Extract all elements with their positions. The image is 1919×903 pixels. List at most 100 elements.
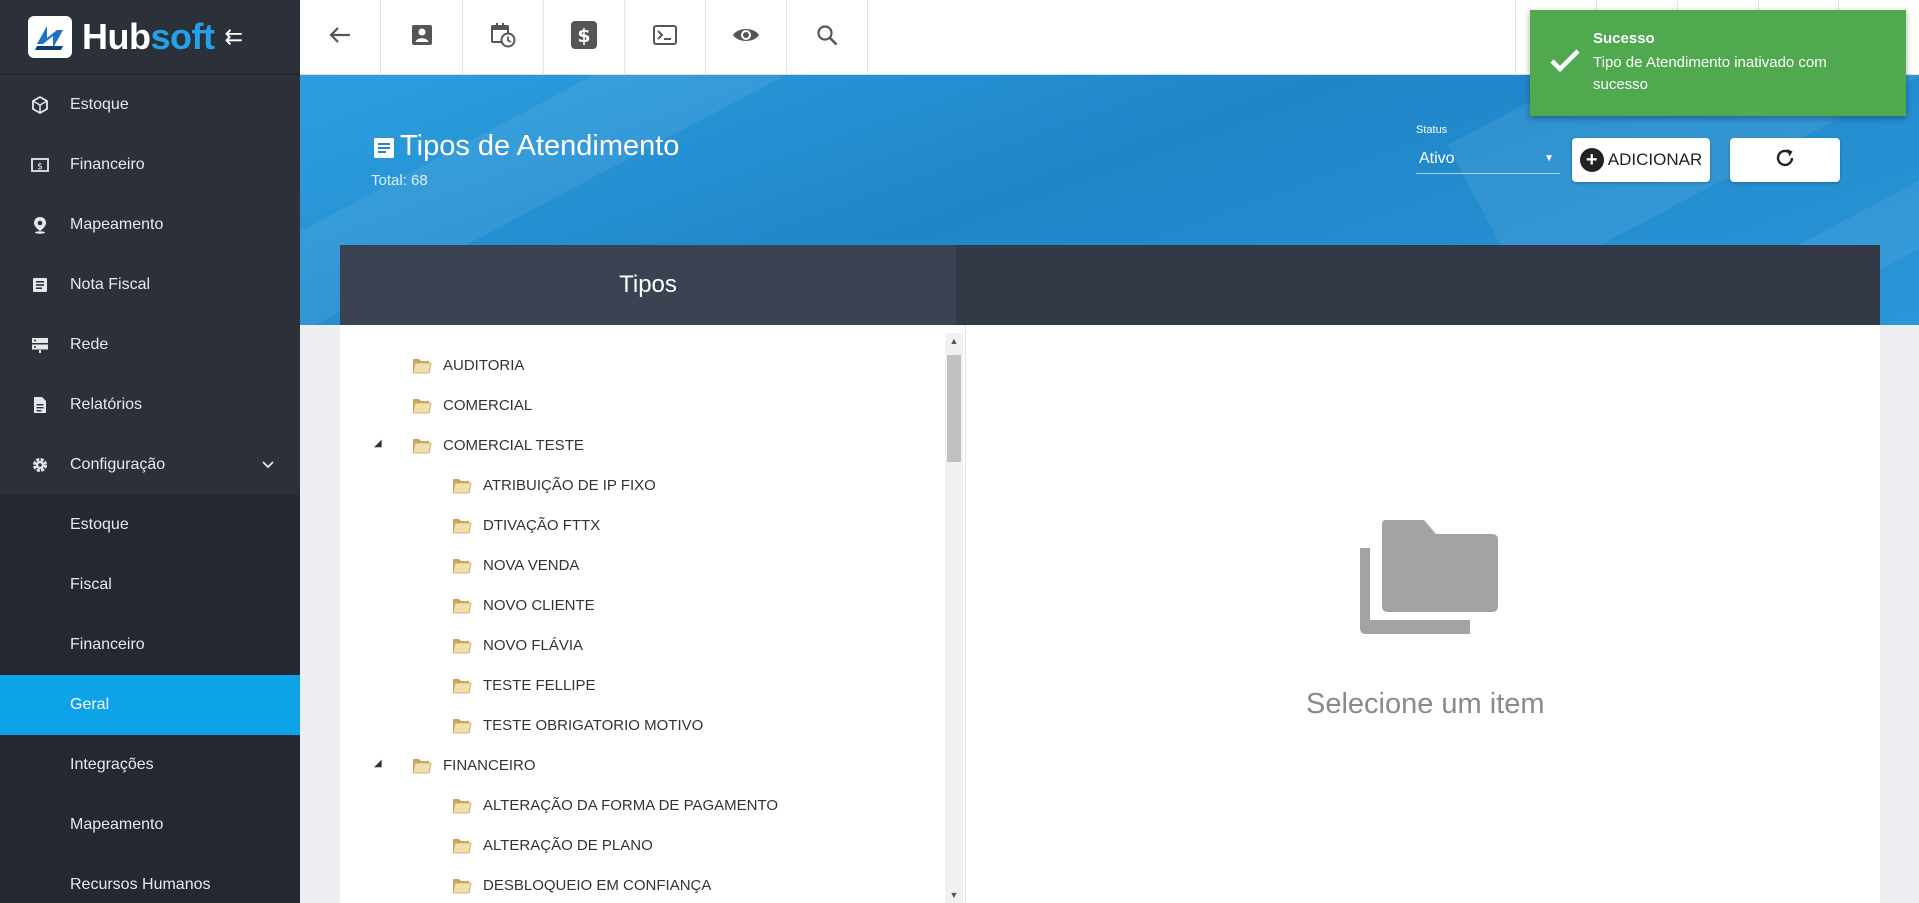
submenu-item-label: Financeiro xyxy=(70,636,145,653)
submenu-item-geral[interactable]: Geral xyxy=(0,675,300,735)
tree-item-novo-cliente[interactable]: NOVO CLIENTE xyxy=(452,590,595,620)
tab-tipos[interactable]: Tipos xyxy=(340,245,956,325)
submenu-item-label: Geral xyxy=(70,696,110,713)
document-list-icon xyxy=(30,275,50,295)
success-toast[interactable]: Sucesso Tipo de Atendimento inativado co… xyxy=(1530,10,1906,116)
folder-icon xyxy=(452,596,472,614)
refresh-button[interactable] xyxy=(1730,138,1840,182)
money-icon: $ xyxy=(30,155,50,175)
config-submenu: Estoque Fiscal Financeiro Geral Integraç… xyxy=(0,495,300,903)
eye-icon xyxy=(732,26,760,49)
folders-empty-icon xyxy=(1358,518,1500,641)
card-header: Tipos xyxy=(340,245,1880,325)
submenu-item-financeiro[interactable]: Financeiro xyxy=(0,615,300,675)
tree-item-label: NOVA VENDA xyxy=(483,556,580,574)
brand-name: Hubsoft xyxy=(82,16,215,58)
tree-item-teste-fellipe[interactable]: TESTE FELLIPE xyxy=(452,670,596,700)
tree-item-label: AUDITORIA xyxy=(443,356,525,374)
tree-item-nova-venda[interactable]: NOVA VENDA xyxy=(452,550,579,580)
status-select[interactable]: Ativo ▼ xyxy=(1416,144,1560,174)
sidebar-item-rede[interactable]: Rede xyxy=(0,315,300,375)
tree-item-auditoria[interactable]: AUDITORIA xyxy=(412,350,524,380)
tree-expanded-toggle-icon[interactable]: ◢ xyxy=(374,758,382,769)
status-label: Status xyxy=(1416,124,1448,136)
submenu-item-recursos-humanos[interactable]: Recursos Humanos xyxy=(0,855,300,903)
tree-item-alteracao-plano[interactable]: ALTERAÇÃO DE PLANO xyxy=(452,830,653,860)
report-icon xyxy=(30,395,50,415)
folder-icon xyxy=(452,716,472,734)
submenu-item-mapeamento[interactable]: Mapeamento xyxy=(0,795,300,855)
tree-expanded-toggle-icon[interactable]: ◢ xyxy=(374,438,382,449)
tree-item-atribuicao-ip-fixo[interactable]: ATRIBUIÇÃO DE IP FIXO xyxy=(452,470,656,500)
sidebar-item-nota-fiscal[interactable]: Nota Fiscal xyxy=(0,255,300,315)
folder-icon xyxy=(452,836,472,854)
contact-icon xyxy=(411,24,433,51)
sidebar-item-label: Mapeamento xyxy=(70,216,164,233)
sidebar-item-relatorios[interactable]: Relatórios xyxy=(0,375,300,435)
tree-item-label: ALTERAÇÃO DA FORMA DE PAGAMENTO xyxy=(483,796,779,814)
tree-item-comercial-teste[interactable]: COMERCIAL TESTE xyxy=(412,430,584,460)
page-title: Tipos de Atendimento xyxy=(372,130,679,163)
submenu-item-label: Fiscal xyxy=(70,576,112,593)
folder-icon xyxy=(452,636,472,654)
folder-icon xyxy=(452,556,472,574)
empty-state-text: Selecione um item xyxy=(1306,688,1545,720)
map-pin-icon xyxy=(30,215,50,235)
refresh-icon xyxy=(1774,147,1796,174)
tab-tipos-label: Tipos xyxy=(619,271,677,298)
submenu-item-label: Integrações xyxy=(70,756,154,773)
schedule-button[interactable] xyxy=(463,0,544,75)
submenu-item-label: Mapeamento xyxy=(70,816,164,833)
sidebar-item-financeiro[interactable]: $ Financeiro xyxy=(0,135,300,195)
tree-item-label: FINANCEIRO xyxy=(443,756,536,774)
collapse-menu-icon[interactable]: ⇇ xyxy=(224,24,242,50)
submenu-item-fiscal[interactable]: Fiscal xyxy=(0,555,300,615)
sidebar-item-estoque[interactable]: Estoque xyxy=(0,75,300,135)
search-button[interactable] xyxy=(787,0,868,75)
submenu-item-estoque[interactable]: Estoque xyxy=(0,495,300,555)
status-selected-value: Ativo xyxy=(1419,149,1455,167)
scroll-down-arrow-icon[interactable]: ▼ xyxy=(945,887,963,903)
gear-icon xyxy=(30,455,50,475)
view-button[interactable] xyxy=(706,0,787,75)
tree-item-dtivacao-fttx[interactable]: DTIVAÇÃO FTTX xyxy=(452,510,600,540)
tree-view: AUDITORIA COMERCIAL ◢ COMERCIAL TESTE AT… xyxy=(340,325,966,903)
dollar-icon: $ xyxy=(570,20,598,55)
server-icon xyxy=(30,335,50,355)
tree-item-comercial[interactable]: COMERCIAL xyxy=(412,390,532,420)
folder-icon xyxy=(452,676,472,694)
svg-text:$: $ xyxy=(37,162,43,172)
page-title-text: Tipos de Atendimento xyxy=(400,130,680,162)
sidebar-item-label: Financeiro xyxy=(70,156,145,173)
tree-item-label: TESTE OBRIGATORIO MOTIVO xyxy=(483,716,704,734)
svg-text:$: $ xyxy=(577,25,590,47)
folder-icon xyxy=(412,756,432,774)
contacts-button[interactable] xyxy=(382,0,463,75)
tree-item-teste-obrigatorio-motivo[interactable]: TESTE OBRIGATORIO MOTIVO xyxy=(452,710,703,740)
sidebar: Hubsoft ⇇ Estoque $ Financeiro Mapeament… xyxy=(0,0,300,903)
submenu-item-integracoes[interactable]: Integrações xyxy=(0,735,300,795)
tree-item-novo-flavia[interactable]: NOVO FLÁVIA xyxy=(452,630,583,660)
scroll-up-arrow-icon[interactable]: ▲ xyxy=(945,333,963,349)
tree-item-label: COMERCIAL TESTE xyxy=(443,436,584,454)
terminal-button[interactable] xyxy=(625,0,706,75)
tree-item-alteracao-forma-pagamento[interactable]: ALTERAÇÃO DA FORMA DE PAGAMENTO xyxy=(452,790,778,820)
scrollbar-thumb[interactable] xyxy=(947,355,961,462)
tree-item-label: DESBLOQUEIO EM CONFIANÇA xyxy=(483,876,712,894)
plus-circle-icon: + xyxy=(1579,148,1604,172)
back-button[interactable] xyxy=(300,0,381,75)
tree-item-financeiro[interactable]: FINANCEIRO xyxy=(412,750,536,780)
brand-header: Hubsoft ⇇ xyxy=(0,0,300,75)
sidebar-item-configuracao[interactable]: Configuração xyxy=(0,435,300,495)
tree-item-desbloqueio-confianca[interactable]: DESBLOQUEIO EM CONFIANÇA xyxy=(452,870,711,900)
hubsoft-logo-icon xyxy=(28,16,72,58)
folder-icon xyxy=(412,356,432,374)
sidebar-item-mapeamento[interactable]: Mapeamento xyxy=(0,195,300,255)
search-icon xyxy=(816,24,838,51)
tree-item-label: TESTE FELLIPE xyxy=(483,676,596,694)
folder-icon xyxy=(412,396,432,414)
tree-scrollbar[interactable]: ▲ ▼ xyxy=(945,333,963,903)
folder-icon xyxy=(452,876,472,894)
financial-button[interactable]: $ xyxy=(544,0,625,75)
add-button[interactable]: + ADICIONAR xyxy=(1572,138,1710,182)
